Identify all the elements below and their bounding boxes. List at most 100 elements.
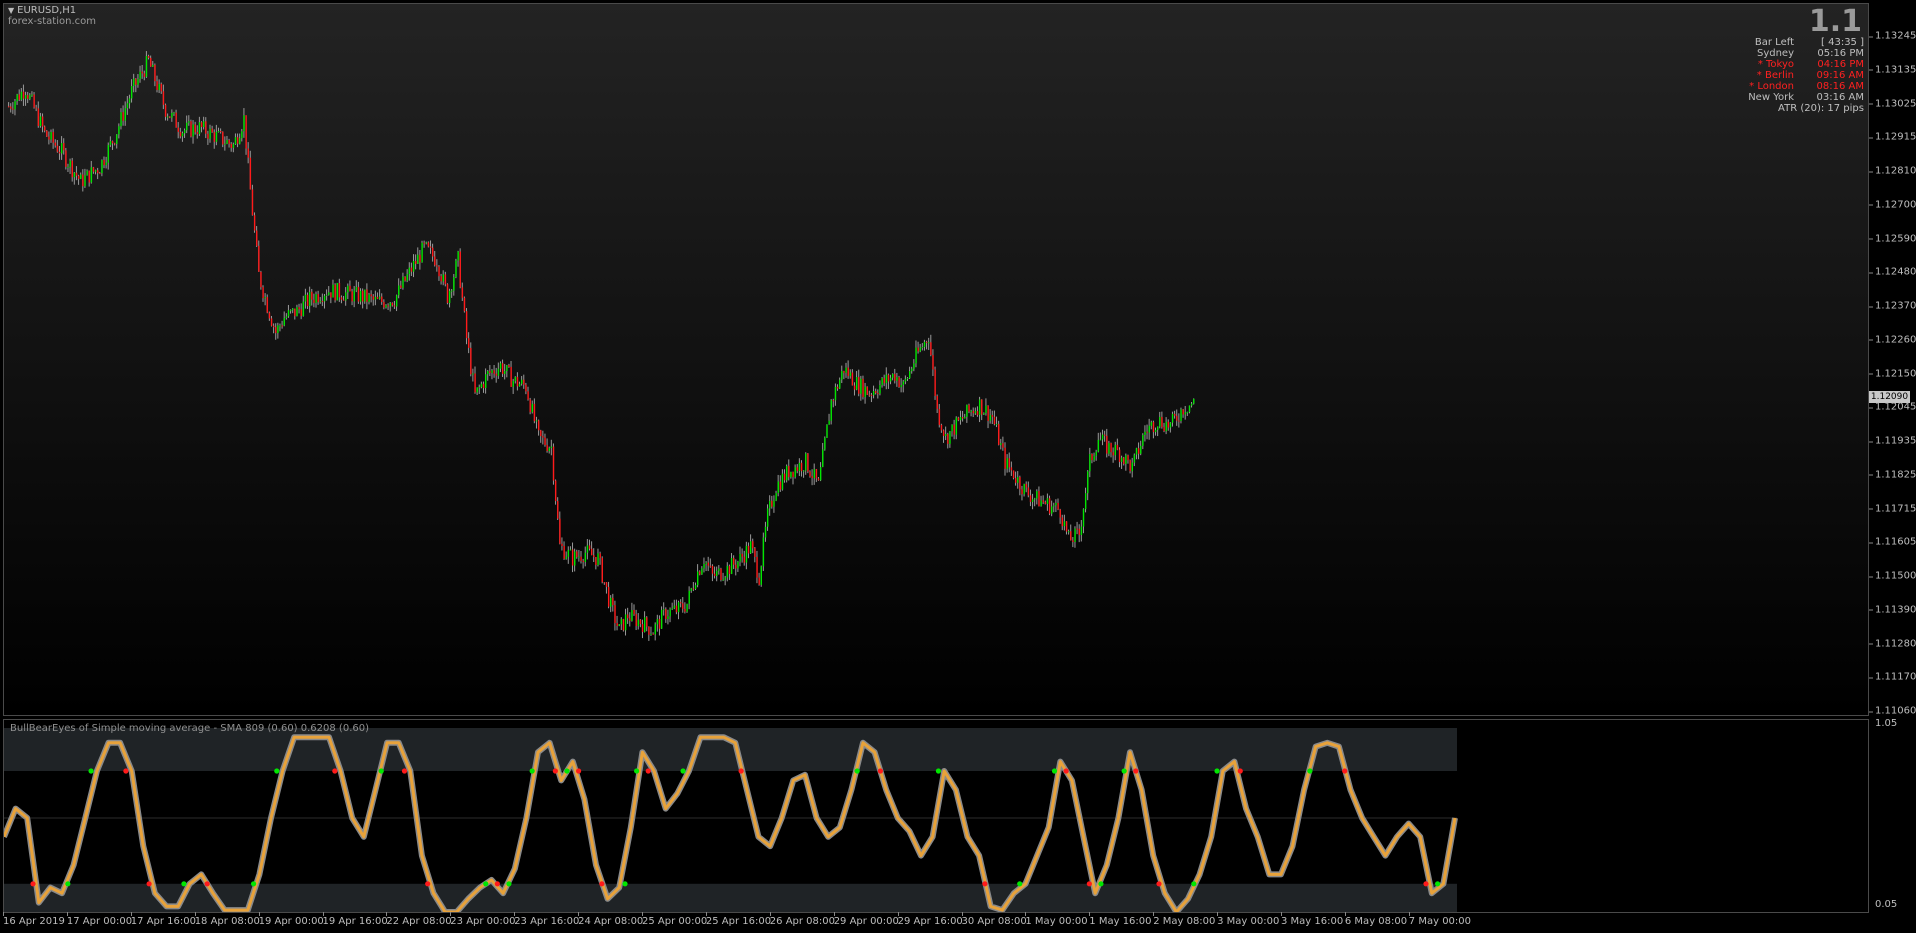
bear-candle-body: [1163, 427, 1165, 432]
bear-candle-body: [735, 564, 737, 569]
bull-candle-body: [671, 608, 673, 610]
bull-candle-body: [688, 590, 690, 604]
bear-candle-body: [1176, 415, 1178, 421]
bull-candle-body: [130, 86, 133, 99]
bull-candle-body: [319, 300, 322, 303]
bear-candle-body: [446, 284, 449, 303]
bear-candle-body: [807, 453, 809, 472]
price-tick: 1.12150: [1868, 368, 1916, 379]
main-chart-pane[interactable]: ▼ EURUSD,H1 forex-station.com 1.1 Bar Lef…: [3, 3, 1869, 716]
bull-candle-body: [389, 302, 391, 307]
bull-candle-body: [285, 316, 288, 318]
time-tick: 1 May 16:00: [1089, 912, 1152, 927]
sell-dot: [1133, 768, 1139, 774]
bull-candle-body: [919, 347, 921, 352]
bull-candle-body: [328, 292, 330, 295]
buy-dot: [1214, 768, 1220, 774]
price-tick: 1.11715: [1868, 503, 1916, 514]
bear-candle-body: [1038, 491, 1040, 507]
bear-candle-body: [953, 424, 955, 435]
bull-candle-body: [1125, 455, 1127, 464]
bear-candle-body: [733, 558, 735, 565]
bear-candle-body: [501, 363, 504, 374]
price-tick: 1.13135: [1868, 64, 1916, 76]
bear-candle-body: [612, 597, 614, 606]
bull-candle-body: [881, 378, 883, 386]
bull-candle-body: [499, 363, 502, 369]
bear-candle-body: [639, 619, 642, 625]
bear-candle-body: [588, 545, 591, 549]
bull-candle-body: [332, 284, 334, 298]
bull-candle-body: [819, 467, 822, 481]
bear-candle-body: [75, 172, 78, 176]
bear-candle-body: [1146, 431, 1148, 433]
price-tick: 1.12260: [1868, 334, 1916, 346]
bear-candle-body: [56, 145, 59, 152]
bull-candle-body: [909, 371, 911, 379]
bear-candle-body: [648, 626, 650, 635]
sell-dot: [146, 881, 152, 887]
bear-candle-body: [410, 267, 413, 272]
bull-candle-body: [283, 317, 285, 326]
bear-candle-body: [875, 391, 877, 394]
bear-candle-body: [1123, 457, 1125, 464]
bear-candle-body: [887, 374, 890, 382]
bull-candle-body: [181, 133, 184, 137]
time-tick: 23 Apr 16:00: [514, 912, 580, 927]
bear-candle-body: [747, 545, 750, 554]
bear-candle-body: [459, 251, 461, 288]
bull-candle-body: [385, 305, 387, 308]
bear-candle-body: [298, 307, 300, 310]
time-tick: 29 Apr 16:00: [897, 912, 963, 927]
bull-candle-body: [1080, 526, 1083, 536]
time-tick: 26 Apr 08:00: [769, 912, 835, 927]
bear-candle-body: [429, 246, 432, 248]
bear-candle-body: [99, 173, 101, 175]
buy-dot: [250, 881, 257, 887]
buy-dot: [1434, 881, 1441, 887]
bear-candle-body: [317, 294, 319, 303]
bull-candle-body: [686, 603, 688, 612]
bear-candle-body: [154, 64, 156, 82]
session-name: Sydney: [1756, 48, 1794, 59]
bull-candle-body: [951, 424, 953, 432]
indicator-axis: 1.05 0.05: [1869, 718, 1916, 913]
bull-candle-body: [900, 384, 902, 388]
bear-candle-body: [495, 373, 497, 376]
bull-candle-body: [364, 289, 366, 302]
bull-candle-body: [453, 277, 455, 291]
bear-candle-body: [976, 411, 979, 416]
bull-candle-body: [845, 367, 847, 373]
bull-candle-body: [139, 71, 141, 79]
indicator-pane[interactable]: BullBearEyes of Simple moving average - …: [3, 719, 1869, 913]
bear-candle-body: [372, 296, 375, 300]
price-axis[interactable]: 1.12090 1.13245 1.13135 1.13025 1.12915 1.12…: [1868, 3, 1916, 717]
bull-candle-body: [302, 301, 305, 316]
time-axis[interactable]: 16 Apr 2019 17 Apr 00:00 17 Apr 16:00 18 Ap…: [3, 912, 1869, 933]
bear-candle-body: [164, 104, 167, 117]
bear-candle-body: [1004, 447, 1006, 469]
bear-candle-body: [97, 170, 99, 174]
bull-candle-body: [889, 377, 892, 382]
bear-candle-body: [684, 608, 686, 612]
dropdown-triangle-icon[interactable]: ▼: [8, 6, 14, 15]
time-tick: 7 May 00:00: [1408, 912, 1472, 927]
bull-candle-body: [518, 383, 521, 387]
price-tick: 1.11390: [1868, 604, 1916, 616]
bull-candle-body: [137, 78, 139, 85]
bull-candle-body: [654, 624, 656, 635]
candlestick-series: [8, 51, 1195, 641]
bear-candle-body: [270, 318, 273, 326]
bear-candle-body: [228, 140, 230, 144]
bull-candle-body: [663, 609, 665, 611]
bear-candle-body: [147, 56, 150, 58]
bear-candle-body: [175, 112, 177, 128]
bear-candle-body: [468, 338, 470, 348]
buy-dot: [1051, 768, 1058, 774]
bear-candle-body: [268, 312, 271, 319]
bear-candle-body: [932, 355, 934, 370]
bull-candle-body: [402, 276, 404, 288]
bull-candle-body: [1159, 416, 1161, 427]
bear-candle-body: [169, 116, 171, 118]
bear-candle-body: [1104, 434, 1106, 436]
